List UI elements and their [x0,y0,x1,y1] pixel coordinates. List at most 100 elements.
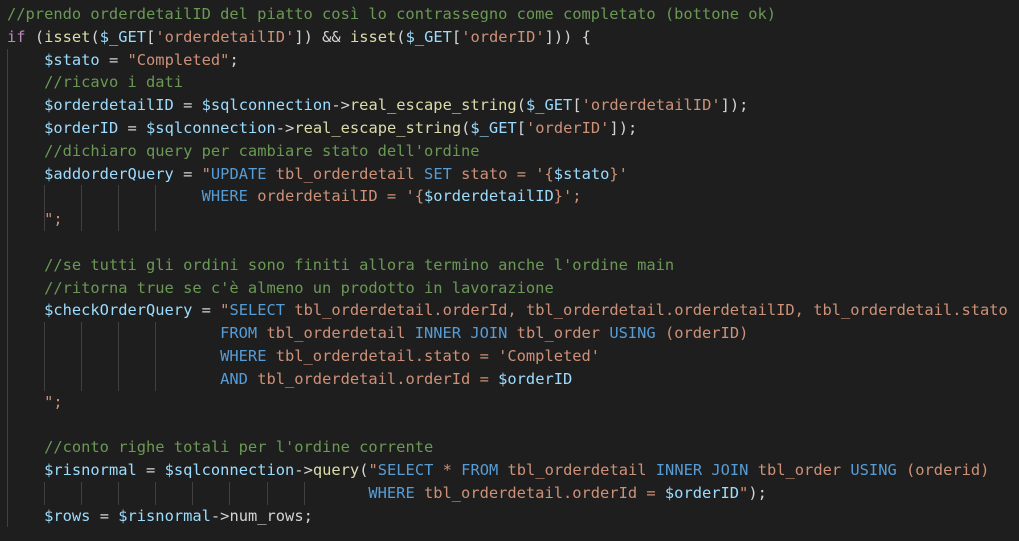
indent-guide [118,344,120,368]
code-token-comment: //ricavo i dati [44,73,184,92]
code-token-plain: num_rows; [229,506,313,525]
indent-guide [7,139,8,163]
code-token-var: $orderdetailID [44,96,174,115]
code-line[interactable]: //dichiaro query per cambiare stato dell… [0,139,1019,163]
code-token-var: $risnormal [44,460,137,479]
indent-guide [155,344,157,368]
code-line[interactable]: //se tutti gli ordini sono finiti allora… [0,253,1019,277]
code-token-comment: //conto righe totali per l'ordine corren… [44,438,434,457]
code-token-plain: = [118,118,147,137]
indent-guide [7,413,8,437]
indent-guide [192,481,194,505]
indent-guide [7,71,8,95]
code-token-keyword: if [7,27,26,46]
code-token-string: 'orderID' [461,27,545,46]
indent-guide [118,185,120,209]
code-line[interactable]: if (isset($_GET['orderdetailID']) && iss… [0,26,1019,49]
code-token-comment: //ritorna true se c'è almeno un prodotto… [44,278,554,297]
code-token-string: " [201,164,211,183]
indent-guide [155,481,157,505]
indent-guide [7,116,8,140]
code-token-comment: //se tutti gli ordini sono finiti allora… [44,255,675,274]
code-token-string: tbl_order [748,460,851,479]
code-token-comment: //dichiaro query per cambiare stato dell… [44,141,480,160]
code-token-sqlkw: INNER JOIN [655,460,749,479]
code-line[interactable]: "; [0,390,1019,414]
code-line[interactable]: $rows = $risnormal->num_rows; [0,504,1019,528]
indent-guide [229,481,231,505]
indent-guide [7,230,8,254]
indent-guide [7,94,8,117]
code-token-var: $_GET [470,118,517,137]
code-line[interactable]: WHERE tbl_orderdetail.orderId = $orderID… [0,481,1019,505]
code-token-string: (orderID) [655,324,749,343]
indent-guide [7,162,8,186]
code-token-var: $risnormal [118,506,211,525]
code-token-string: tbl_orderdetail [257,324,415,343]
code-line[interactable]: $orderID = $sqlconnection->real_escape_s… [0,116,1019,140]
code-token-plain: ; [229,50,239,69]
indent-guide [81,208,83,231]
code-line[interactable]: $stato = "Completed"; [0,48,1019,72]
code-token-var: $_GET [405,27,452,46]
code-token-plain: = [136,460,165,479]
code-line[interactable]: //conto righe totali per l'ordine corren… [0,436,1019,459]
code-line[interactable]: WHERE orderdetailID = '{$orderdetailID}'… [0,185,1019,209]
code-token-func: query [312,460,360,479]
code-line[interactable]: $checkOrderQuery = "SELECT tbl_orderdeta… [0,299,1019,323]
code-token-var: $stato [44,50,100,69]
code-line[interactable] [0,230,1019,254]
code-line[interactable]: //prendo orderdetailID del piatto così l… [0,3,1019,26]
code-token-plain: ( [516,96,526,115]
code-token-string: 'orderdetailID' [581,96,721,115]
code-token-var: $sqlconnection [146,118,276,137]
code-token-string: tbl_orderdetail.orderId = [414,483,665,502]
code-editor[interactable]: //prendo orderdetailID del piatto così l… [0,0,1019,541]
indent-guide [7,185,8,209]
indent-guide [155,322,157,345]
indent-guide [44,322,46,345]
code-token-sqlkw: INNER JOIN [414,324,508,343]
indent-guide [155,208,157,231]
code-line[interactable]: FROM tbl_orderdetail INNER JOIN tbl_orde… [0,322,1019,345]
indent-guide [118,208,120,231]
code-token-comment: //prendo orderdetailID del piatto così l… [7,5,777,23]
code-token-string: * [433,460,462,479]
code-line[interactable]: WHERE tbl_orderdetail.stato = 'Completed… [0,344,1019,368]
code-line[interactable]: "; [0,208,1019,231]
indent-guide [81,367,83,391]
code-token-string: "; [44,392,63,411]
code-token-var: $rows [44,506,91,525]
indent-guide [44,344,46,368]
code-token-plain: [ [451,27,462,46]
code-line[interactable]: //ricavo i dati [0,71,1019,95]
code-token-string: " [739,483,749,502]
indent-guide [7,322,8,345]
code-token-var: $addorderQuery [44,164,174,183]
code-token-var: $orderID [498,369,573,388]
code-line[interactable] [0,413,1019,437]
code-line[interactable]: //ritorna true se c'è almeno un prodotto… [0,276,1019,300]
indent-guide [155,367,157,391]
code-token-var: $orderID [44,118,119,137]
indent-guide [7,367,8,391]
code-token-plain: -> [331,96,350,115]
code-line[interactable]: $addorderQuery = "UPDATE tbl_orderdetail… [0,162,1019,186]
code-token-string: (orderid) [896,460,990,479]
code-token-string: tbl_orderdetail.stato = 'Completed' [266,346,601,365]
code-line[interactable]: $orderdetailID = $sqlconnection->real_es… [0,94,1019,117]
code-token-string: "; [44,210,63,229]
code-line[interactable]: AND tbl_orderdetail.orderId = $orderID [0,367,1019,391]
code-line[interactable]: $risnormal = $sqlconnection->query("SELE… [0,458,1019,482]
code-token-plain: = [192,301,221,320]
